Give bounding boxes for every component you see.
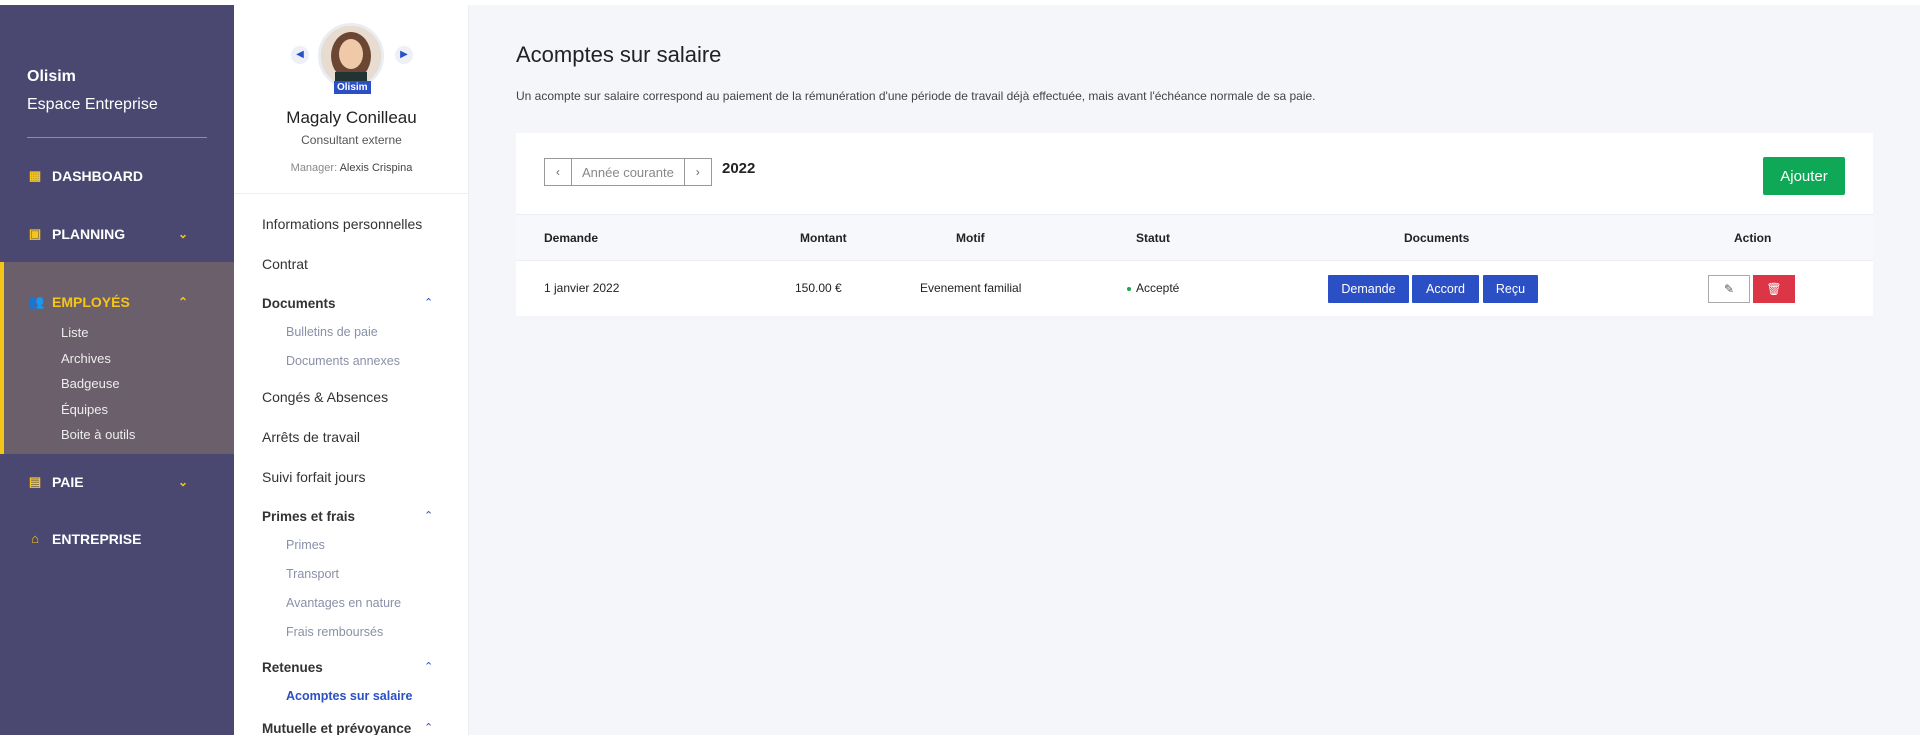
status-badge: Accepté xyxy=(1136,281,1180,295)
employee-name: Magaly Conilleau xyxy=(286,108,417,127)
cell-montant: 150.00 € xyxy=(795,281,842,295)
page-description: Un acompte sur salaire correspond au pai… xyxy=(516,89,1316,103)
menu-avantages[interactable]: Avantages en nature xyxy=(286,596,401,610)
subnav-boite-outils[interactable]: Boite à outils xyxy=(61,422,135,448)
menu-primes[interactable]: Primes xyxy=(286,538,325,552)
menu-arrets[interactable]: Arrêts de travail xyxy=(262,429,360,445)
menu-conges[interactable]: Congés & Absences xyxy=(262,389,388,405)
chevron-down-icon: ⌄ xyxy=(178,475,189,489)
doc-accord-button[interactable]: Accord xyxy=(1412,275,1479,303)
chevron-up-icon[interactable]: ⌃ xyxy=(424,296,433,309)
th-documents: Documents xyxy=(1404,231,1470,245)
brand-subtitle: Espace Entreprise xyxy=(27,96,158,113)
manager-name: Alexis Crispina xyxy=(339,162,413,174)
menu-acomptes[interactable]: Acomptes sur salaire xyxy=(286,689,412,703)
status-dot xyxy=(1127,286,1131,291)
prev-employee-button[interactable]: ◀ xyxy=(291,46,309,64)
doc-recu-button[interactable]: Reçu xyxy=(1483,275,1538,303)
add-button[interactable]: Ajouter xyxy=(1763,157,1845,195)
current-year-button[interactable]: Année courante xyxy=(572,158,684,186)
cell-motif: Evenement familial xyxy=(920,281,1022,295)
nav-planning[interactable]: ▣ PLANNING ⌄ xyxy=(0,214,234,254)
brand-name: Olisim xyxy=(27,68,76,85)
prev-year-button[interactable]: ‹ xyxy=(544,158,572,186)
table-header: Demande Montant Motif Statut Documents A… xyxy=(516,214,1873,261)
brand: Olisim Espace Entreprise xyxy=(0,5,234,117)
avatar-image xyxy=(321,26,381,86)
users-icon: 👥 xyxy=(28,294,45,309)
nav-entreprise[interactable]: ⌂ ENTREPRISE xyxy=(0,519,234,559)
next-year-button[interactable]: › xyxy=(683,158,712,186)
subnav-equipes[interactable]: Équipes xyxy=(61,397,135,423)
nav-employes[interactable]: 👥 EMPLOYÉS ⌃ xyxy=(0,282,234,322)
th-motif: Motif xyxy=(956,231,985,245)
menu-frais[interactable]: Frais remboursés xyxy=(286,625,383,639)
year-selector: ‹ Année courante › xyxy=(544,158,712,186)
nav-entreprise-label: ENTREPRISE xyxy=(52,531,142,547)
menu-primes-frais[interactable]: Primes et frais xyxy=(262,509,355,524)
th-demande: Demande xyxy=(544,231,599,245)
panel-divider xyxy=(234,193,468,194)
avatar-wrap: Olisim xyxy=(318,23,384,94)
employee-role: Consultant externe xyxy=(301,133,402,147)
acomptes-card: ‹ Année courante › 2022 Ajouter Demande … xyxy=(516,133,1873,316)
th-action: Action xyxy=(1734,231,1772,245)
doc-demande-button[interactable]: Demande xyxy=(1328,275,1409,303)
subnav-badgeuse[interactable]: Badgeuse xyxy=(61,371,135,397)
next-employee-button[interactable]: ▶ xyxy=(395,46,413,64)
home-icon: ⌂ xyxy=(31,531,39,546)
subnav-archives[interactable]: Archives xyxy=(61,346,135,372)
trash-icon: 🗑 xyxy=(1766,282,1782,296)
employee-panel: ◀ ▶ Olisim Magaly Conilleau Consultant e… xyxy=(234,5,469,735)
file-icon: ▤ xyxy=(28,474,42,489)
chevron-up-icon[interactable]: ⌃ xyxy=(424,721,433,734)
menu-transport[interactable]: Transport xyxy=(286,567,339,581)
nav-paie-label: PAIE xyxy=(52,474,84,490)
employee-manager: Manager: Alexis Crispina xyxy=(234,162,468,174)
avatar xyxy=(318,23,384,89)
menu-bulletins[interactable]: Bulletins de paie xyxy=(286,325,378,339)
nav-employes-block: 👥 EMPLOYÉS ⌃ Liste Archives Badgeuse Équ… xyxy=(0,262,234,454)
menu-mutuelle[interactable]: Mutuelle et prévoyance xyxy=(262,721,411,735)
edit-button[interactable]: ✎ xyxy=(1708,275,1750,303)
menu-forfait[interactable]: Suivi forfait jours xyxy=(262,469,365,485)
employes-subnav: Liste Archives Badgeuse Équipes Boite à … xyxy=(61,320,135,448)
menu-contrat[interactable]: Contrat xyxy=(262,256,308,272)
nav-planning-label: PLANNING xyxy=(52,226,126,242)
chevron-up-icon[interactable]: ⌃ xyxy=(424,660,433,673)
menu-infos[interactable]: Informations personnelles xyxy=(262,216,422,232)
calendar-icon: ▣ xyxy=(28,226,42,241)
cell-demande: 1 janvier 2022 xyxy=(544,281,620,295)
brand-divider xyxy=(27,137,207,138)
manager-label: Manager: xyxy=(290,162,338,174)
chevron-up-icon: ⌃ xyxy=(178,295,189,309)
th-montant: Montant xyxy=(800,231,847,245)
nav-employes-label: EMPLOYÉS xyxy=(52,294,130,310)
chevron-down-icon: ⌄ xyxy=(178,227,189,241)
th-statut: Statut xyxy=(1136,231,1170,245)
pencil-icon: ✎ xyxy=(1723,282,1735,296)
avatar-badge: Olisim xyxy=(334,81,371,94)
menu-annexes[interactable]: Documents annexes xyxy=(286,354,400,368)
nav-dashboard[interactable]: ▦ DASHBOARD xyxy=(0,156,234,196)
main-sidebar: Olisim Espace Entreprise ▦ DASHBOARD ▣ P… xyxy=(0,5,234,735)
year-value: 2022 xyxy=(722,160,756,177)
dashboard-icon: ▦ xyxy=(28,168,42,183)
nav-dashboard-label: DASHBOARD xyxy=(52,168,143,184)
menu-documents[interactable]: Documents xyxy=(262,296,336,311)
menu-retenues[interactable]: Retenues xyxy=(262,660,323,675)
nav-paie[interactable]: ▤ PAIE ⌄ xyxy=(0,462,234,502)
chevron-up-icon[interactable]: ⌃ xyxy=(424,509,433,522)
subnav-liste[interactable]: Liste xyxy=(61,320,135,346)
page-title: Acomptes sur salaire xyxy=(516,42,722,67)
table-row: 1 janvier 2022 150.00 € Evenement famili… xyxy=(516,261,1873,316)
delete-button[interactable]: 🗑 xyxy=(1753,275,1795,303)
cell-statut: Accepté xyxy=(1127,281,1179,295)
